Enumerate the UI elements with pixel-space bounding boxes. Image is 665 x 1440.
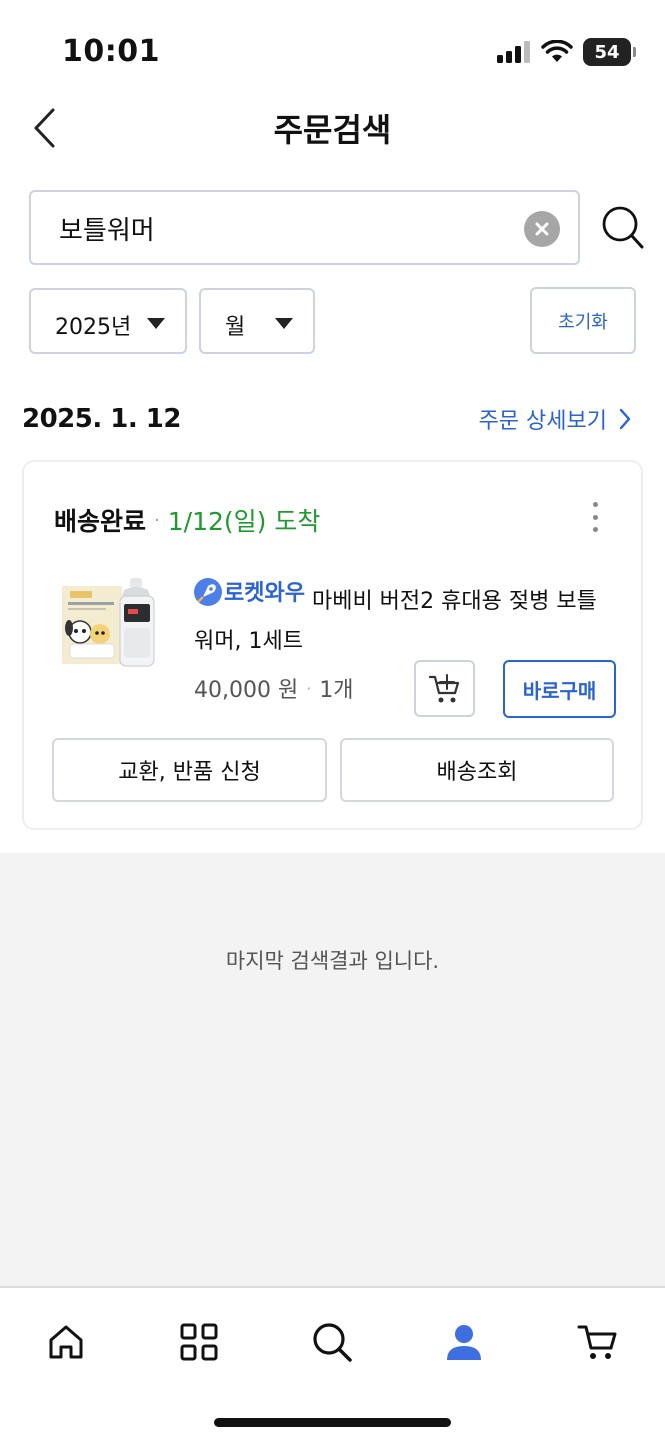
search-icon <box>602 206 644 249</box>
year-select[interactable]: 2025년 <box>29 288 187 354</box>
rocket-wow-label: 로켓와우 <box>224 581 305 606</box>
nav-home[interactable] <box>36 1312 96 1372</box>
product-quantity: 1개 <box>319 678 354 703</box>
results-end-area: 마지막 검색결과 입니다. <box>0 853 665 1288</box>
separator-dot: · <box>306 678 312 698</box>
nav-cart[interactable] <box>568 1312 628 1372</box>
search-icon <box>313 1323 352 1362</box>
month-select[interactable]: 월 <box>199 288 315 354</box>
search-button[interactable] <box>600 203 646 251</box>
status-icons: 54 <box>497 38 636 66</box>
rocket-glyph <box>197 584 216 603</box>
bottom-nav <box>0 1286 665 1440</box>
rocket-wow-badge: 로켓와우 <box>194 574 305 614</box>
nav-search[interactable] <box>302 1312 362 1372</box>
search-input[interactable] <box>59 206 509 250</box>
buy-now-button[interactable]: 바로구매 <box>503 660 616 718</box>
chevron-right-icon <box>619 408 631 430</box>
delivery-tracking-button[interactable]: 배송조회 <box>340 738 614 802</box>
nav-category[interactable] <box>169 1312 229 1372</box>
category-icon <box>180 1323 218 1361</box>
status-time: 10:01 <box>62 34 160 69</box>
signal-icon <box>497 41 530 63</box>
more-dot <box>592 527 598 532</box>
cart-icon <box>577 1325 617 1359</box>
exchange-return-button[interactable]: 교환, 반품 신청 <box>52 738 327 802</box>
more-dot <box>592 502 598 507</box>
wifi-icon <box>541 40 573 62</box>
price-row: 40,000 원 · 1개 <box>194 672 354 704</box>
status-bar: 10:01 54 <box>0 0 665 100</box>
rocket-icon <box>194 578 222 606</box>
year-select-label: 2025년 <box>55 315 132 340</box>
clear-search-button[interactable] <box>524 211 560 247</box>
product-thumbnail[interactable] <box>60 574 160 674</box>
battery-level: 54 <box>594 41 620 63</box>
caret-down-icon <box>147 318 165 329</box>
order-card: 배송완료 · 1/12(일) 도착 로켓와우 마베비 버전2 휴대용 젖병 보틀… <box>22 460 643 830</box>
cart-add-icon <box>428 673 459 702</box>
reset-button[interactable]: 초기화 <box>530 287 636 354</box>
end-of-results-message: 마지막 검색결과 입니다. <box>225 949 440 973</box>
arrival-date: 1/12(일) 도착 <box>167 507 321 536</box>
more-options-button[interactable] <box>589 502 601 532</box>
home-indicator <box>214 1418 451 1427</box>
header: 주문검색 <box>0 95 665 159</box>
nav-my-page[interactable] <box>434 1312 494 1372</box>
product-price: 40,000 원 <box>194 678 299 703</box>
separator-dot: · <box>154 509 160 531</box>
order-date: 2025. 1. 12 <box>22 404 182 434</box>
order-detail-link[interactable]: 주문 상세보기 <box>479 403 631 435</box>
search-box <box>29 190 580 265</box>
product-title[interactable]: 로켓와우 마베비 버전2 휴대용 젖병 보틀 워머, 1세트 <box>194 574 614 662</box>
home-icon <box>49 1325 83 1359</box>
clear-icon <box>535 222 549 236</box>
month-select-label: 월 <box>225 315 246 340</box>
delivery-status: 배송완료 · 1/12(일) 도착 <box>54 502 320 538</box>
add-to-cart-button[interactable] <box>414 660 475 717</box>
caret-down-icon <box>275 318 293 329</box>
battery-icon: 54 <box>583 38 636 66</box>
my-page-icon <box>447 1325 481 1360</box>
page-title: 주문검색 <box>273 111 392 149</box>
more-dot <box>592 514 598 520</box>
delivery-status-label: 배송완료 <box>54 507 147 536</box>
order-detail-label: 주문 상세보기 <box>478 409 607 434</box>
